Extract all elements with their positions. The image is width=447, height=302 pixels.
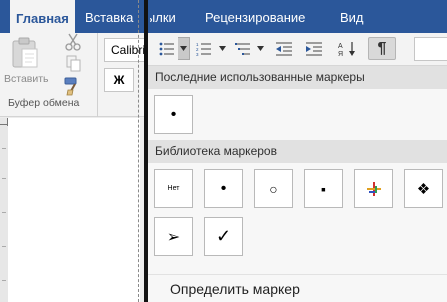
ruler-tick <box>2 212 6 213</box>
define-bullet-item[interactable]: Определить маркер <box>148 274 447 302</box>
bullet-checkmark-option[interactable]: ✓ <box>204 217 243 256</box>
svg-text:3: 3 <box>196 52 199 56</box>
bullet-none-option[interactable]: Нет <box>154 169 193 208</box>
tab-view[interactable]: Вид <box>340 0 364 33</box>
clipboard-group: Вставить Буфер обмена <box>0 33 98 117</box>
sort-icon[interactable]: A Я <box>336 37 360 60</box>
bullet-filled-circle-option[interactable]: • <box>204 169 243 208</box>
recent-bullets-header: Последние использованные маркеры <box>148 66 447 89</box>
scissors-icon[interactable] <box>64 33 82 56</box>
multilevel-list-icon[interactable] <box>232 37 254 60</box>
bold-button[interactable]: Ж <box>104 68 134 92</box>
bullet-arrowhead-option[interactable]: ➢ <box>154 217 193 256</box>
bullet-library-header: Библиотека маркеров <box>148 140 447 163</box>
bullet-library-menu: Последние использованные маркеры • Библи… <box>148 65 447 302</box>
numbering-icon[interactable]: 1 2 3 <box>193 37 215 60</box>
decrease-indent-icon[interactable] <box>272 37 296 60</box>
increase-indent-icon[interactable] <box>302 37 326 60</box>
style-gallery-box[interactable] <box>414 37 447 61</box>
pilcrow-icon[interactable]: ¶ <box>368 37 396 60</box>
ruler-tick <box>2 246 6 247</box>
paste-label[interactable]: Вставить <box>4 73 49 85</box>
svg-text:A: A <box>338 43 343 50</box>
tab-references[interactable]: Ссылки <box>150 0 180 33</box>
multilevel-dropdown-chevron-icon[interactable] <box>254 37 266 60</box>
tab-insert[interactable]: Вставка <box>85 0 138 33</box>
bullet-color-star-option[interactable] <box>354 169 393 208</box>
clipboard-group-label: Буфер обмена <box>8 97 80 109</box>
tab-review[interactable]: Рецензирование <box>205 0 305 33</box>
bullet-filled-square-option[interactable]: ▪ <box>304 169 343 208</box>
crop-mark <box>7 118 8 126</box>
ruler-tick <box>2 280 6 281</box>
color-star-bullet-icon <box>366 181 381 196</box>
tab-home[interactable]: Главная <box>10 0 75 33</box>
document-area <box>0 118 140 302</box>
copy-icon[interactable] <box>66 55 82 78</box>
svg-text:Я: Я <box>338 51 343 57</box>
bullet-four-diamond-option[interactable]: ❖ <box>404 169 443 208</box>
ribbon-tab-bar: Главная Вставка Ссылки Рецензирование Ви… <box>0 0 447 33</box>
bullets-dropdown-chevron-icon[interactable] <box>178 37 190 60</box>
clipboard-icon[interactable] <box>10 37 40 69</box>
split-divider <box>138 0 139 302</box>
bullets-icon[interactable] <box>156 37 178 60</box>
bullet-hollow-circle-option[interactable]: ○ <box>254 169 293 208</box>
recent-bullet-filled-circle[interactable]: • <box>154 95 193 134</box>
numbering-dropdown-chevron-icon[interactable] <box>216 37 228 60</box>
paragraph-toolbar: 1 2 3 A Я ¶ <box>148 33 447 65</box>
ruler-tick <box>2 178 6 179</box>
ruler-tick <box>2 148 6 149</box>
document-page[interactable] <box>8 118 140 302</box>
